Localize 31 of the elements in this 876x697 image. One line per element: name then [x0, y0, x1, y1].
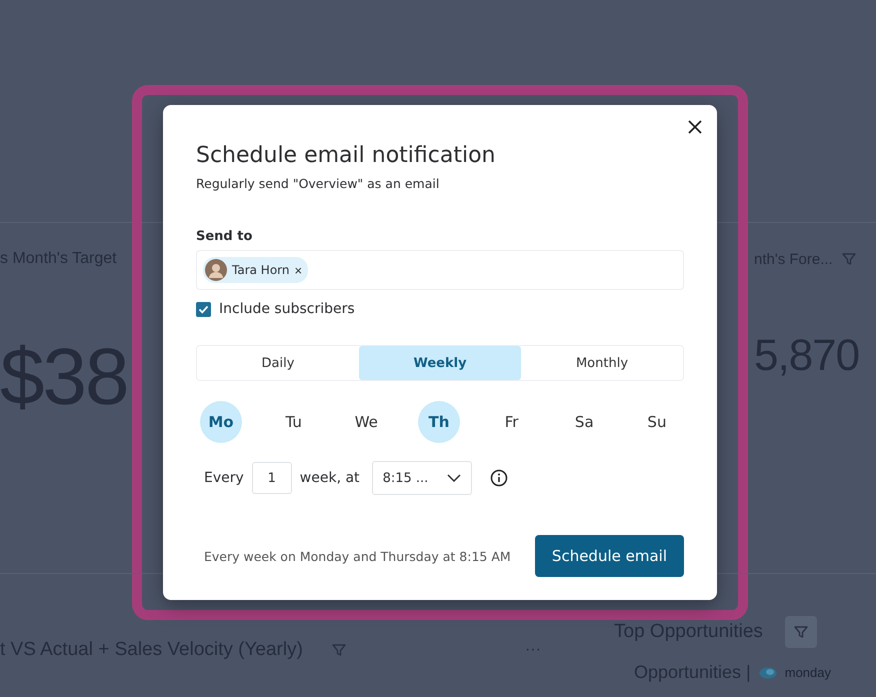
day-toggle[interactable]: We: [345, 401, 388, 443]
recipients-field[interactable]: Tara Horn ×: [196, 250, 684, 290]
filter-icon[interactable]: [330, 642, 347, 658]
dialog-title: Schedule email notification: [196, 143, 496, 168]
frequency-tab[interactable]: Weekly: [359, 346, 521, 380]
day-toggle[interactable]: Su: [636, 401, 678, 443]
recipient-name: Tara Horn: [232, 263, 290, 277]
dialog-subtitle: Regularly send "Overview" as an email: [196, 176, 440, 191]
checkbox-label: Include subscribers: [219, 301, 355, 317]
time-dropdown[interactable]: 8:15 ...: [372, 461, 472, 495]
day-toggle[interactable]: Th: [418, 401, 460, 443]
remove-button[interactable]: ×: [294, 262, 302, 278]
filter-icon[interactable]: [840, 251, 857, 267]
close-icon[interactable]: [687, 119, 703, 135]
avatar-icon: [205, 259, 227, 281]
day-toggle[interactable]: Fr: [490, 401, 533, 443]
schedule-summary: Every week on Monday and Thursday at 8:15 AM: [204, 548, 511, 564]
day-toggle[interactable]: Mo: [200, 401, 242, 443]
checkbox[interactable]: [196, 302, 211, 316]
day-toggle[interactable]: Sa: [563, 401, 606, 443]
every-label: Every: [204, 470, 244, 486]
logo-icon: [758, 666, 777, 678]
day-toggle[interactable]: Tu: [272, 401, 315, 443]
filter-button[interactable]: [784, 616, 817, 648]
unit-label: week, at: [300, 470, 360, 486]
filter-icon[interactable]: [792, 624, 809, 640]
interval-field[interactable]: 1: [252, 462, 292, 494]
chevron-down-icon: [446, 474, 461, 482]
info-icon[interactable]: [490, 469, 508, 487]
field-label: Send to: [196, 229, 254, 244]
schedule-button[interactable]: Schedule email: [534, 535, 684, 577]
